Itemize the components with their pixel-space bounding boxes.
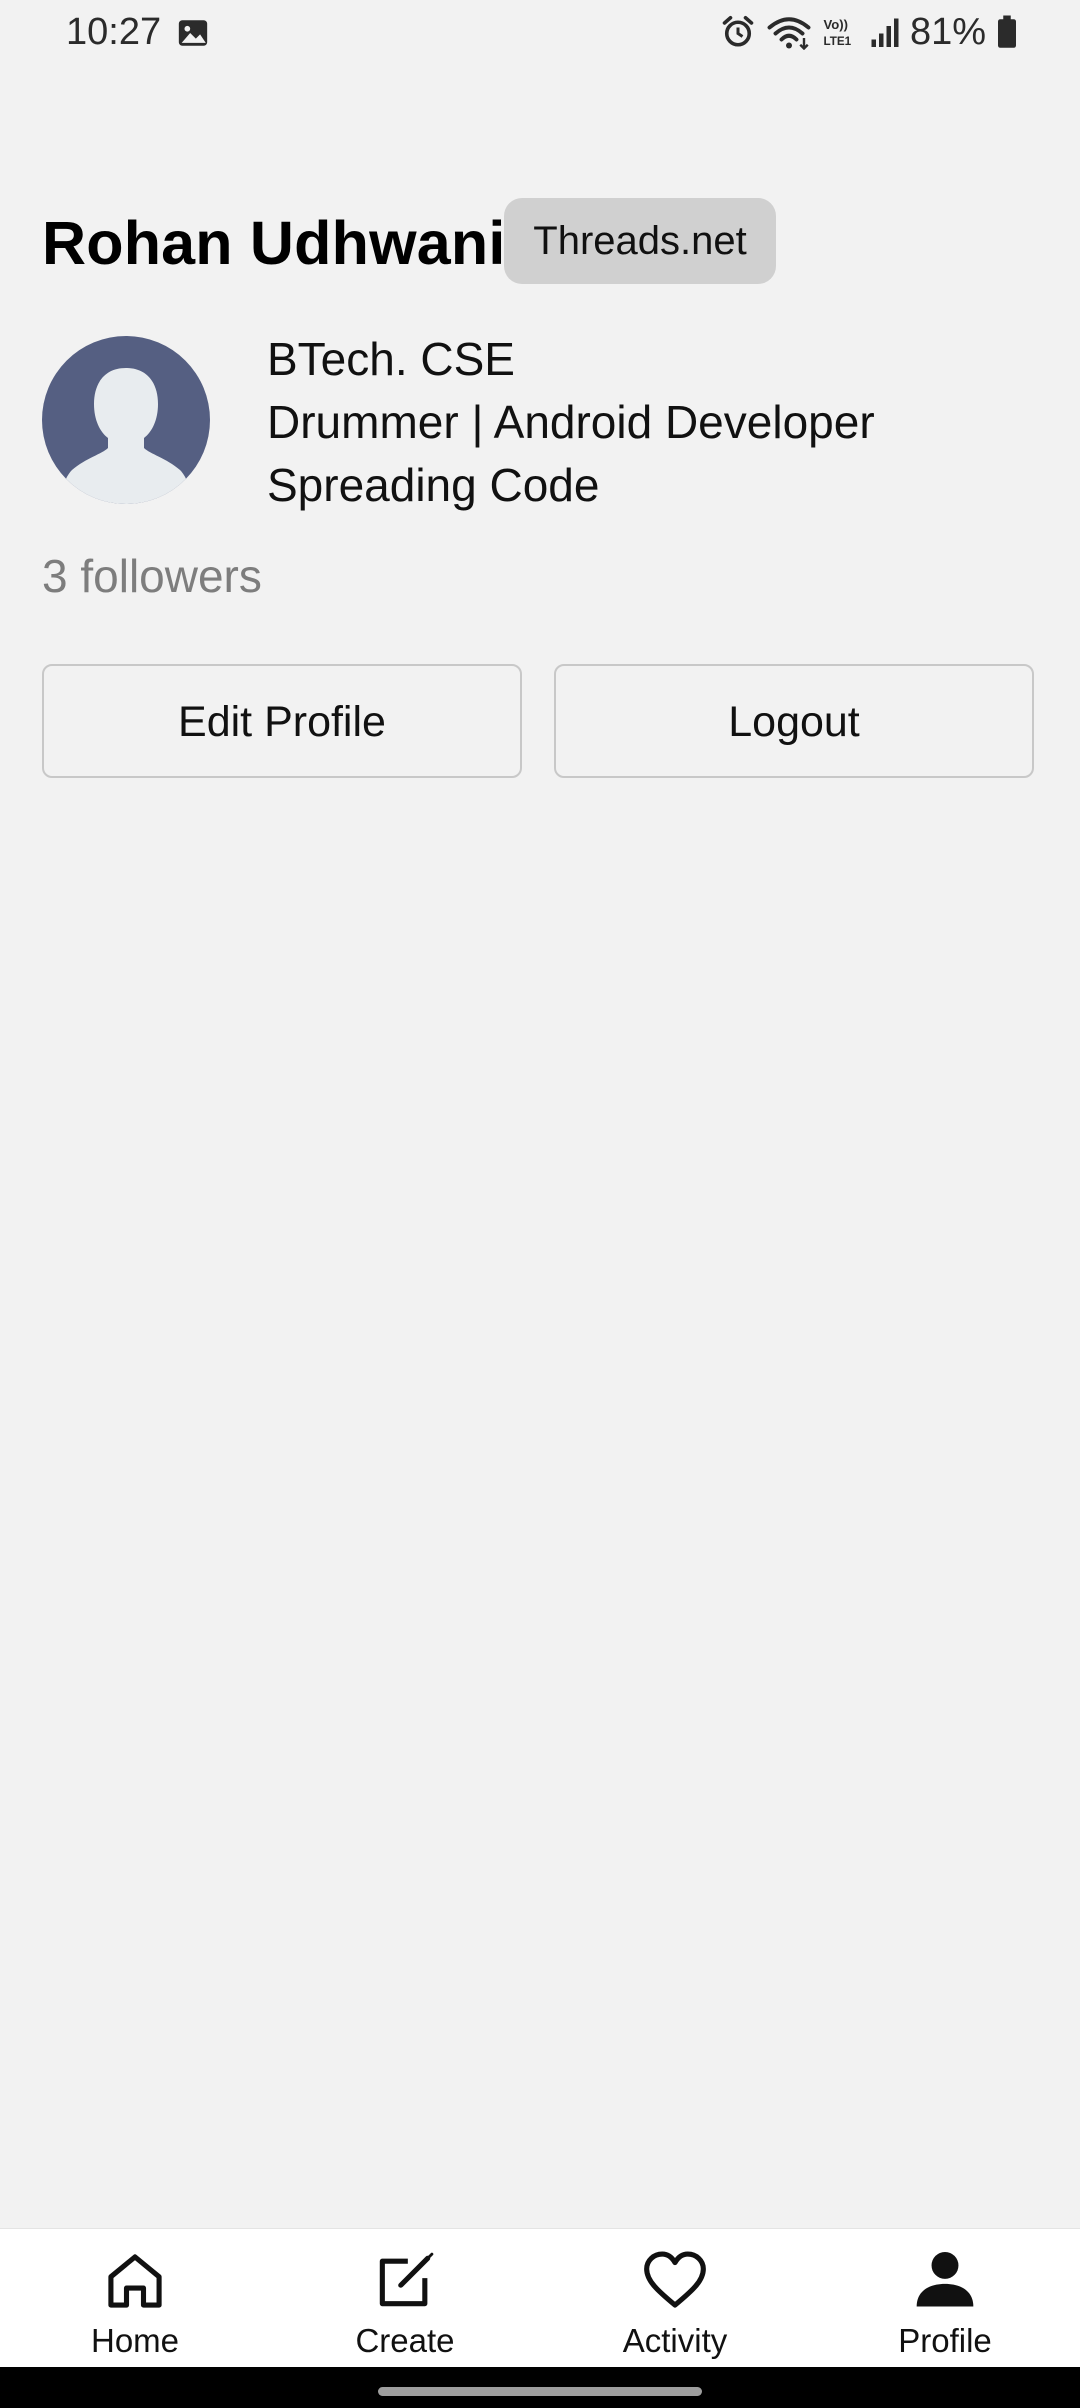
- bio-line: Drummer | Android Developer: [267, 396, 875, 448]
- bio-line: Spreading Code: [267, 459, 600, 511]
- wifi-icon: [767, 17, 811, 50]
- nav-home[interactable]: Home: [0, 2229, 270, 2368]
- threads-badge[interactable]: Threads.net: [504, 198, 776, 284]
- edit-profile-button[interactable]: Edit Profile: [42, 664, 522, 778]
- heart-icon: [644, 2251, 706, 2308]
- svg-text:LTE1: LTE1: [823, 35, 851, 48]
- bottom-navigation: Home Create Activity Profile: [0, 2228, 1080, 2368]
- default-avatar-icon: [42, 336, 210, 504]
- gesture-handle[interactable]: [378, 2387, 702, 2396]
- bio-line: BTech. CSE: [267, 333, 515, 385]
- status-time: 10:27: [66, 11, 162, 53]
- home-icon: [108, 2254, 162, 2308]
- battery-percentage: 81%: [909, 11, 986, 53]
- create-icon: [379, 2252, 434, 2307]
- nav-profile[interactable]: Profile: [810, 2229, 1080, 2368]
- profile-name: Rohan Udhwani: [42, 209, 506, 277]
- svg-text:Vo)): Vo)): [823, 17, 848, 32]
- person-icon: [916, 2251, 974, 2307]
- status-icons: Vo)) LTE1 81%: [720, 10, 1018, 54]
- nav-label: Create: [355, 2322, 455, 2359]
- status-bar: 10:27 Vo)) LTE1 81%: [0, 0, 1080, 66]
- nav-create[interactable]: Create: [270, 2229, 540, 2368]
- nav-label: Profile: [898, 2322, 992, 2359]
- logout-button[interactable]: Logout: [554, 664, 1034, 778]
- profile-bio: BTech. CSE Drummer | Android Developer S…: [267, 328, 875, 517]
- signal-icon: [871, 18, 899, 47]
- battery-icon: [998, 15, 1016, 48]
- system-navigation-bar: [0, 2367, 1080, 2408]
- gallery-icon: [178, 20, 208, 46]
- volte-icon: Vo)) LTE1: [823, 17, 851, 48]
- alarm-icon: [722, 15, 754, 47]
- nav-activity[interactable]: Activity: [540, 2229, 810, 2368]
- nav-label: Home: [90, 2322, 180, 2359]
- avatar: [42, 336, 210, 504]
- followers-count[interactable]: 3 followers: [42, 546, 262, 606]
- nav-label: Activity: [622, 2322, 728, 2359]
